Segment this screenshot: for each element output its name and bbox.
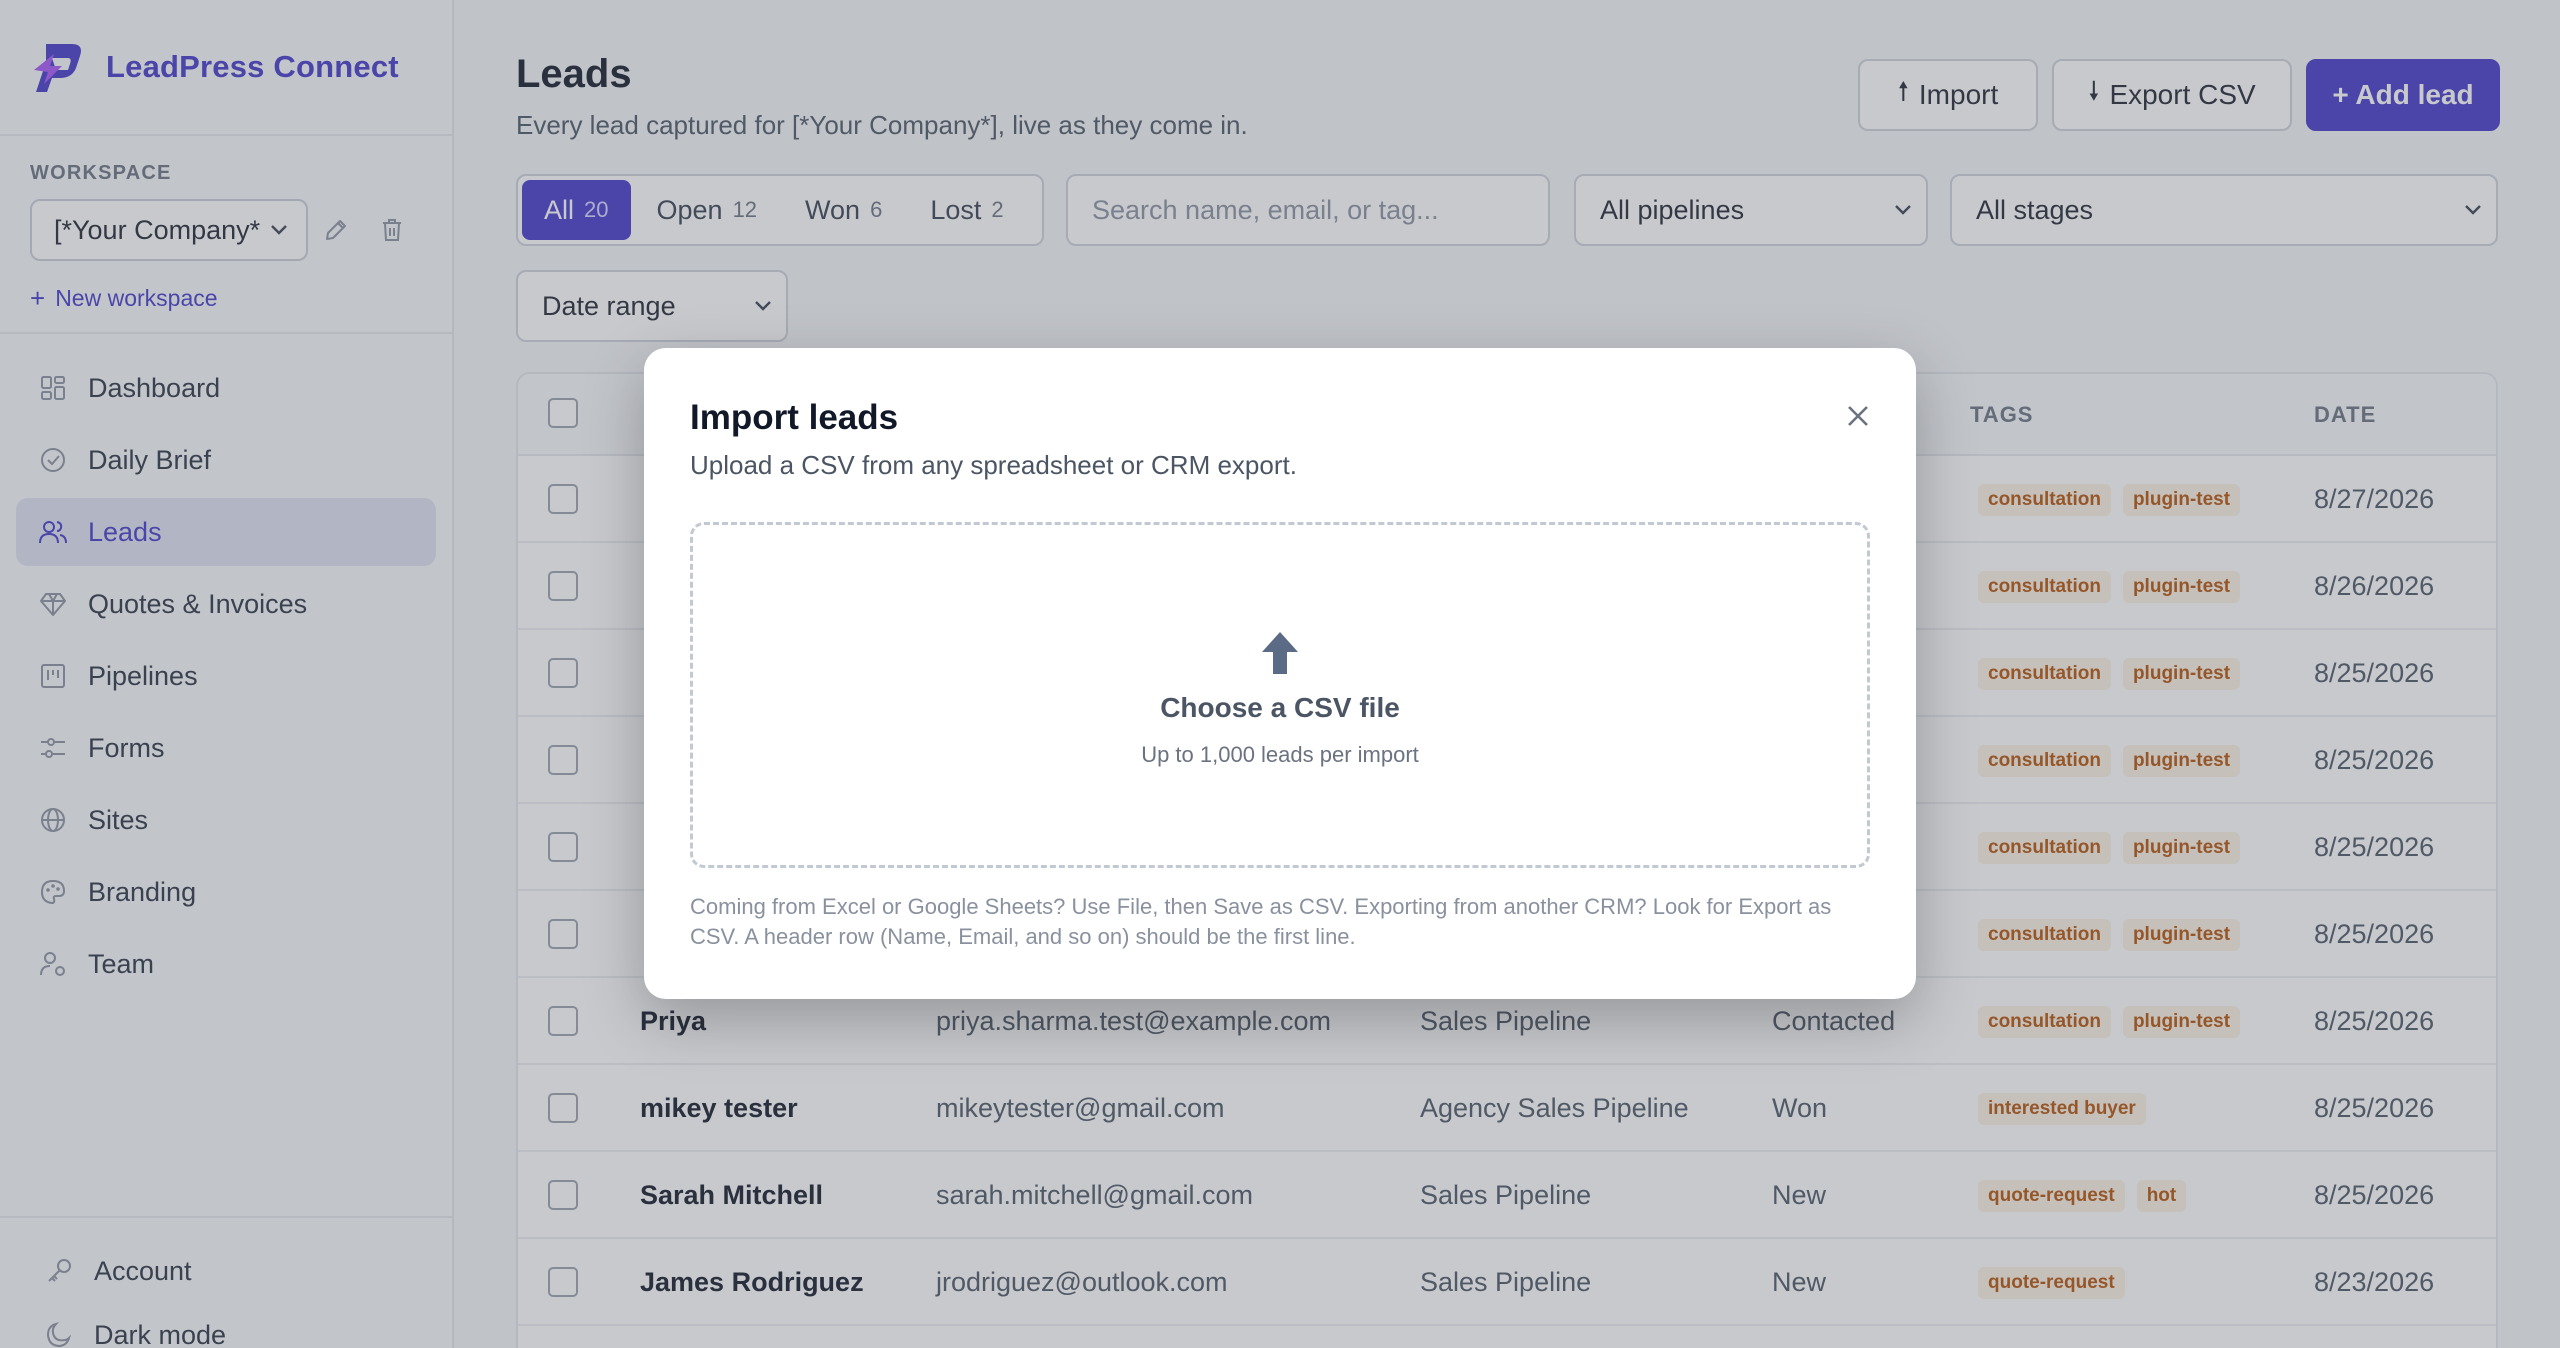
import-hint: Coming from Excel or Google Sheets? Use … xyxy=(690,894,1832,949)
csv-dropzone[interactable]: Choose a CSV file Up to 1,000 leads per … xyxy=(690,522,1870,868)
close-button[interactable] xyxy=(1838,396,1878,436)
dropzone-title: Choose a CSV file xyxy=(1160,692,1400,723)
dropzone-subtitle: Up to 1,000 leads per import xyxy=(1141,742,1419,767)
modal-subtitle: Upload a CSV from any spreadsheet or CRM… xyxy=(690,450,1297,480)
import-leads-modal: Import leads Upload a CSV from any sprea… xyxy=(644,348,1916,999)
close-icon xyxy=(1848,406,1868,426)
modal-title: Import leads xyxy=(690,398,899,437)
upload-arrow-icon xyxy=(1262,632,1298,674)
